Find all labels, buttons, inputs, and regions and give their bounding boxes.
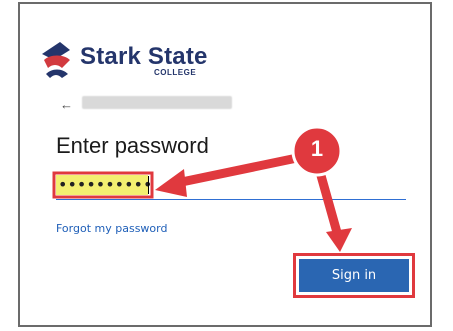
page-title: Enter password	[56, 133, 209, 158]
account-email-redacted	[82, 96, 232, 109]
sign-in-button[interactable]: Sign in	[299, 259, 409, 292]
brand-name: Stark State	[80, 43, 208, 70]
stark-state-logo: Stark State COLLEGE	[36, 40, 226, 80]
password-value: ••••••••••	[56, 175, 153, 195]
text-caret	[148, 176, 149, 194]
brand-subname: COLLEGE	[154, 68, 197, 77]
arrow-left-icon[interactable]: ←	[60, 97, 73, 112]
password-field[interactable]: ••••••••••	[56, 174, 406, 200]
stark-state-logo-mark	[42, 42, 70, 78]
step-number: 1	[310, 136, 324, 161]
forgot-password-link[interactable]: Forgot my password	[56, 222, 167, 235]
